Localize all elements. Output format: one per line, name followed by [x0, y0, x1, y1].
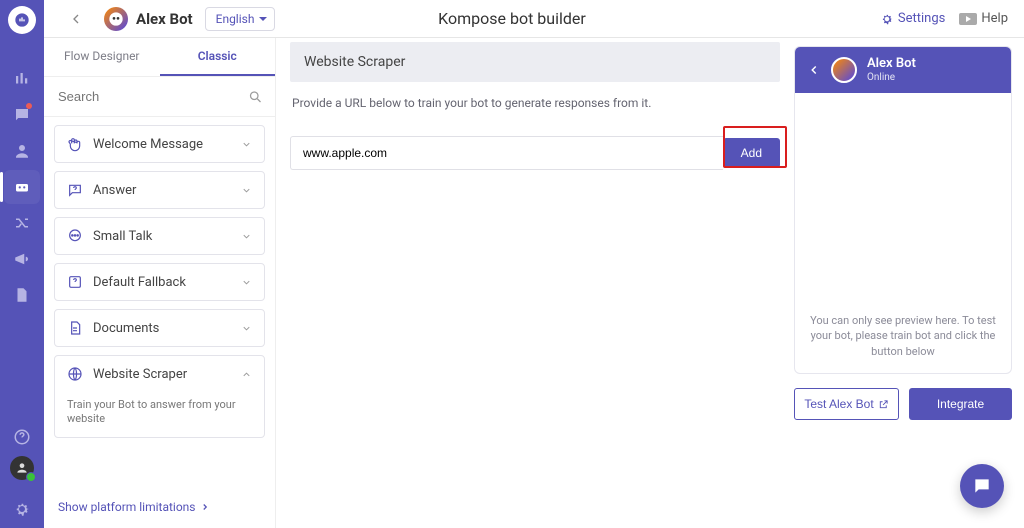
user-avatar[interactable] [10, 456, 34, 480]
chat-preview-note: You can only see preview here. To test y… [809, 313, 997, 359]
back-button[interactable] [60, 7, 92, 31]
shuffle-icon[interactable] [4, 206, 40, 240]
test-bot-button[interactable]: Test Alex Bot [794, 388, 899, 420]
settings-gear-icon[interactable] [4, 492, 40, 526]
analytics-icon[interactable] [4, 62, 40, 96]
sidebar-item-welcome[interactable]: Welcome Message [54, 125, 265, 163]
chat-back-button[interactable] [807, 63, 821, 77]
integrate-button[interactable]: Integrate [909, 388, 1012, 420]
sidebar-item-label: Default Fallback [93, 275, 186, 290]
bot-name-label: Alex Bot [136, 10, 193, 28]
sidebar-item-label: Website Scraper [93, 367, 187, 382]
page-title: Kompose bot builder [438, 9, 586, 28]
settings-link[interactable]: Settings [880, 11, 945, 26]
show-platform-limitations-link[interactable]: Show platform limitations [44, 490, 275, 520]
chevron-down-icon [241, 231, 252, 242]
panel-title: Website Scraper [290, 42, 780, 82]
chevron-down-icon [241, 139, 252, 150]
document-icon[interactable] [4, 278, 40, 312]
bot-identity: Alex Bot [104, 7, 193, 31]
search-input[interactable] [44, 77, 275, 116]
chevron-down-icon [241, 185, 252, 196]
chat-icon [67, 228, 83, 244]
chat-status: Online [867, 72, 916, 83]
chevron-up-icon [241, 369, 252, 380]
sidebar-item-label: Answer [93, 183, 136, 198]
help-link[interactable]: Help [959, 11, 1008, 26]
sidebar-item-documents[interactable]: Documents [54, 309, 265, 347]
sidebar-item-small-talk[interactable]: Small Talk [54, 217, 265, 255]
sidebar-item-description: Train your Bot to answer from your websi… [67, 398, 252, 427]
brand-logo[interactable] [8, 6, 36, 34]
globe-icon [67, 366, 83, 382]
sidebar-item-label: Documents [93, 321, 159, 336]
sidebar-item-label: Welcome Message [93, 137, 203, 152]
preview-panel: Alex Bot Online You can only see preview… [794, 38, 1024, 528]
main-panel: Website Scraper Provide a URL below to t… [276, 38, 794, 528]
external-link-icon [878, 399, 889, 410]
bot-icon[interactable] [4, 170, 40, 204]
fallback-icon [67, 274, 83, 290]
chevron-down-icon [241, 323, 252, 334]
chevron-down-icon [241, 277, 252, 288]
panel-description: Provide a URL below to train your bot to… [292, 96, 778, 110]
url-input[interactable] [290, 136, 723, 170]
gear-icon [880, 12, 894, 26]
sidebar-item-fallback[interactable]: Default Fallback [54, 263, 265, 301]
top-bar: Alex Bot English Kompose bot builder Set… [44, 0, 1024, 38]
campaign-icon[interactable] [4, 242, 40, 276]
language-select[interactable]: English [205, 7, 276, 31]
chat-avatar-icon [831, 57, 857, 83]
inbox-icon[interactable] [4, 98, 40, 132]
sidebar-item-website-scraper[interactable]: Website Scraper Train your Bot to answer… [54, 355, 265, 438]
help-circle-icon[interactable] [4, 420, 40, 454]
tab-flow-designer[interactable]: Flow Designer [44, 38, 160, 76]
chat-bot-name: Alex Bot [867, 57, 916, 71]
bot-avatar-icon [104, 7, 128, 31]
add-button[interactable]: Add [723, 138, 780, 168]
chevron-right-icon [200, 502, 210, 512]
chat-fab[interactable] [960, 464, 1004, 508]
users-icon[interactable] [4, 134, 40, 168]
language-value: English [216, 12, 255, 26]
file-icon [67, 320, 83, 336]
sidebar-item-answer[interactable]: Answer [54, 171, 265, 209]
wave-icon [67, 136, 83, 152]
category-sidebar: Flow Designer Classic Welcome Message [44, 38, 276, 528]
chat-bubble-icon [972, 476, 992, 496]
chat-header: Alex Bot Online [795, 47, 1011, 93]
question-bubble-icon [67, 182, 83, 198]
sidebar-item-label: Small Talk [93, 229, 152, 244]
chat-preview-card: Alex Bot Online You can only see preview… [794, 46, 1012, 374]
search-icon [248, 89, 263, 104]
video-icon [959, 13, 977, 25]
tab-classic[interactable]: Classic [160, 38, 276, 76]
left-nav-rail [0, 0, 44, 528]
